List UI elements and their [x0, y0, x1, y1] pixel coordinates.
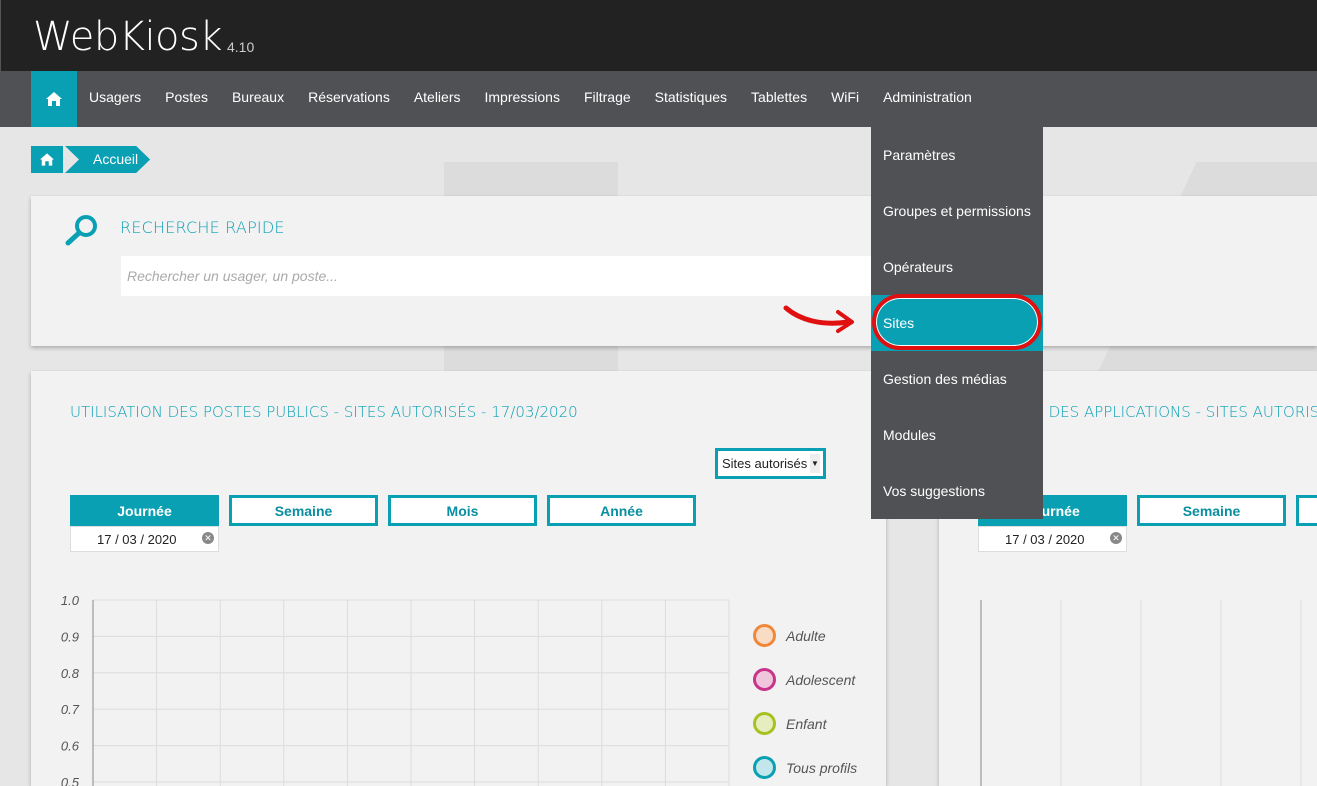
nav-item-ateliers[interactable]: Ateliers [402, 71, 473, 127]
menu-item-vos-suggestions[interactable]: Vos suggestions [871, 463, 1043, 519]
magnifier-icon [65, 215, 97, 246]
legend-item-enfant[interactable]: Enfant [753, 712, 883, 735]
menu-item-modules[interactable]: Modules [871, 407, 1043, 463]
menu-item-operateurs[interactable]: Opérateurs [871, 239, 1043, 295]
legend-dot-adulte [753, 624, 776, 647]
highlight-circle-annotation [872, 294, 1042, 350]
nav-item-wifi[interactable]: WiFi [819, 71, 871, 127]
legend-label-adolescent: Adolescent [786, 671, 856, 688]
legend-label-adulte: Adulte [786, 627, 826, 644]
legend-dot-enfant [753, 712, 776, 735]
nav-item-postes[interactable]: Postes [153, 71, 220, 127]
menu-item-gestion-des-medias[interactable]: Gestion des médias [871, 351, 1043, 407]
legend-dot-tous-profils [753, 756, 776, 779]
nav-item-statistiques[interactable]: Statistiques [643, 71, 739, 127]
legend-label-tous-profils: Tous profils [786, 759, 858, 776]
chart-panel-postes: UTILISATION DES POSTES PUBLICS - SITES A… [31, 371, 886, 786]
y-tick-label: 0.8 [61, 666, 80, 681]
nav-item-impressions[interactable]: Impressions [473, 71, 572, 127]
main-nav: Usagers Postes Bureaux Réservations Ateliers… [0, 71, 1317, 127]
breadcrumb-accueil[interactable]: Accueil [65, 146, 150, 173]
menu-item-groupes-et-permissions[interactable]: Groupes et permissions [871, 183, 1043, 239]
y-tick-label: 0.6 [61, 739, 80, 754]
nav-item-tablettes[interactable]: Tablettes [739, 71, 819, 127]
y-tick-label: 0.9 [61, 629, 79, 644]
breadcrumb: Accueil [31, 146, 150, 173]
app-version: 4.10 [227, 39, 255, 55]
quick-search-input[interactable] [121, 256, 881, 296]
nav-item-administration[interactable]: Administration [871, 71, 984, 127]
nav-menu: Usagers Postes Bureaux Réservations Ateliers… [77, 71, 984, 127]
home-icon [46, 92, 62, 106]
breadcrumb-home[interactable] [31, 146, 63, 173]
nav-item-bureaux[interactable]: Bureaux [220, 71, 296, 127]
legend-dot-adolescent [753, 668, 776, 691]
home-icon [40, 153, 54, 166]
menu-item-parametres[interactable]: Paramètres [871, 127, 1043, 183]
nav-item-reservations[interactable]: Réservations [296, 71, 402, 127]
quick-search-panel: RECHERCHE RAPIDE [31, 196, 1317, 346]
app-logo[interactable]: WebKiosk [33, 14, 223, 60]
red-arrow-annotation [783, 305, 854, 333]
y-tick-label: 0.7 [61, 702, 80, 717]
nav-item-filtrage[interactable]: Filtrage [572, 71, 643, 127]
y-tick-label: 0.5 [61, 775, 80, 786]
y-tick-label: 1.0 [61, 593, 80, 608]
legend-item-tous-profils[interactable]: Tous profils [753, 756, 883, 779]
legend-item-adulte[interactable]: Adulte [753, 624, 883, 647]
quick-search-title: RECHERCHE RAPIDE [120, 218, 285, 237]
legend-label-enfant: Enfant [786, 715, 827, 732]
nav-item-usagers[interactable]: Usagers [77, 71, 153, 127]
legend-item-adolescent[interactable]: Adolescent [753, 668, 883, 691]
nav-home-button[interactable] [31, 71, 77, 127]
app-header: WebKiosk 4.10 [0, 0, 1317, 71]
